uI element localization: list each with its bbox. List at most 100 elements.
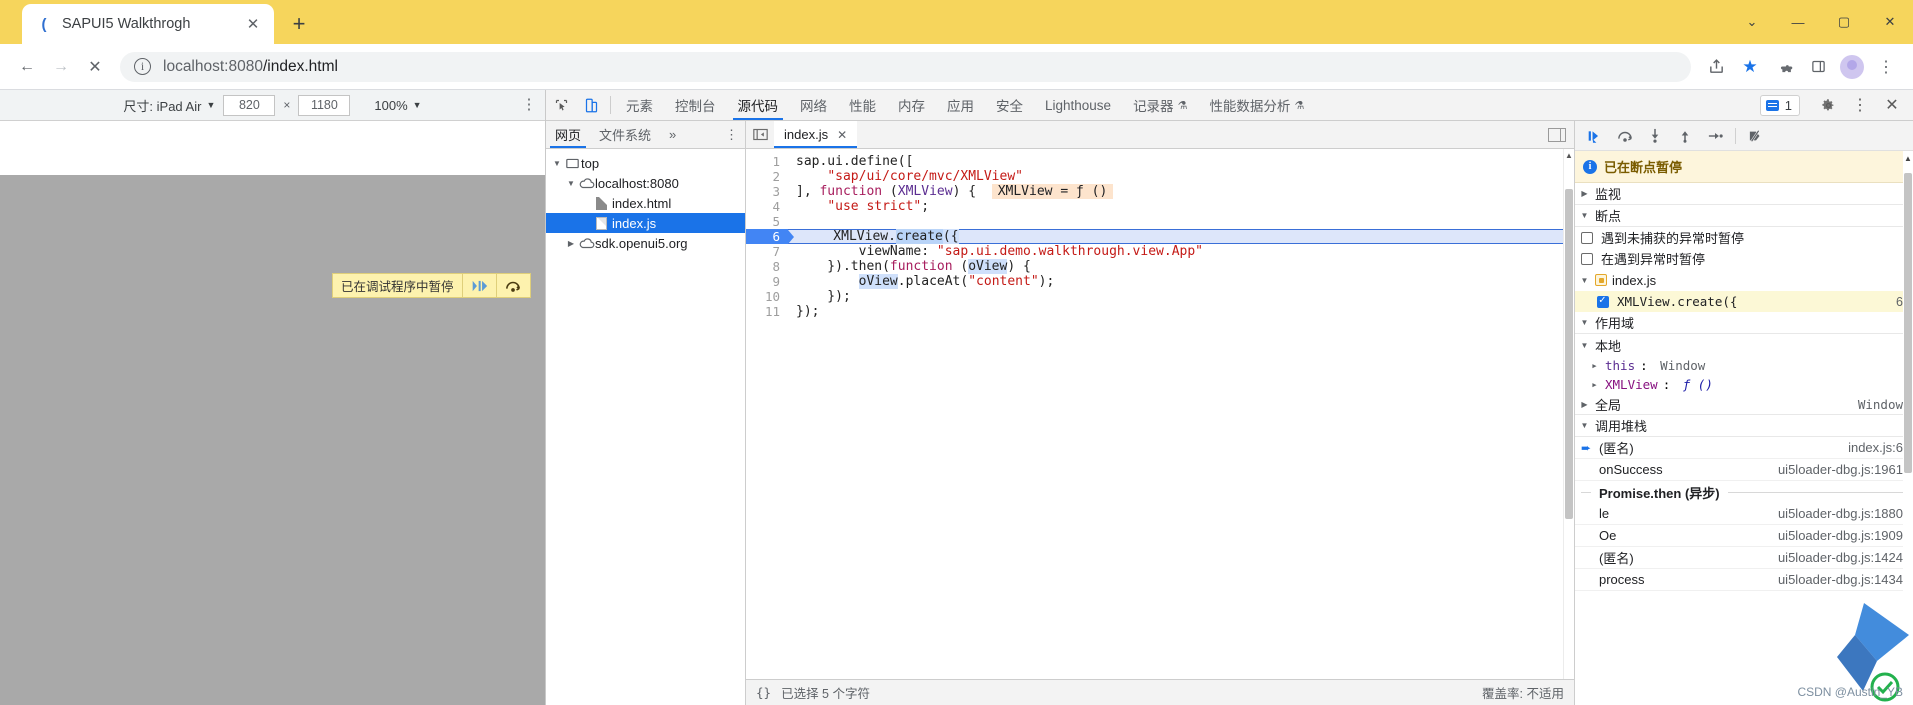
close-icon[interactable]: ✕	[837, 128, 847, 142]
checkbox[interactable]	[1597, 293, 1609, 308]
line-number[interactable]: 3	[746, 184, 788, 199]
call-stack-frame[interactable]: ➨ (匿名) index.js:6	[1575, 437, 1913, 459]
window-close-icon[interactable]: ✕	[1867, 0, 1913, 44]
chevron-right-icon[interactable]: ▶	[1589, 381, 1600, 389]
tab-memory[interactable]: 内存	[887, 90, 936, 120]
section-watch[interactable]: ▶ 监视	[1575, 183, 1913, 205]
share-icon[interactable]	[1699, 50, 1733, 84]
code-area[interactable]: 1 sap.ui.define([ 2 "sap/ui/core/mvc/XML…	[746, 149, 1574, 679]
device-more-options-icon[interactable]: ⋮	[521, 97, 537, 112]
line-number[interactable]: 2	[746, 169, 788, 184]
breakpoint-item[interactable]: XMLView.create({ 6	[1575, 291, 1913, 312]
avatar[interactable]	[1835, 50, 1869, 84]
call-stack-frame[interactable]: process ui5loader-dbg.js:1434	[1575, 569, 1913, 591]
line-number[interactable]: 9	[746, 274, 788, 289]
tab-security[interactable]: 安全	[985, 90, 1034, 120]
chevron-right-icon[interactable]: ▶	[1589, 362, 1600, 370]
minimize-icon[interactable]: —	[1775, 0, 1821, 44]
tree-item-index-js[interactable]: index.js	[546, 213, 745, 233]
step-out-icon[interactable]	[1671, 124, 1699, 148]
code-content[interactable]: 1 sap.ui.define([ 2 "sap/ui/core/mvc/XML…	[746, 149, 1563, 679]
tree-item-index-html[interactable]: index.html	[546, 193, 745, 213]
close-icon[interactable]: ✕	[242, 13, 264, 35]
twisty-icon[interactable]: ▼	[564, 179, 578, 188]
call-stack-frame[interactable]: le ui5loader-dbg.js:1880	[1575, 503, 1913, 525]
browser-tab[interactable]: ( SAPUI5 Walkthrogh ✕	[22, 4, 274, 44]
tab-console[interactable]: 控制台	[664, 90, 727, 120]
scope-variable-xmlview[interactable]: ▶ XMLView: ƒ ()	[1575, 375, 1913, 394]
tree-item-sdk-openui5[interactable]: ▶ sdk.openui5.org	[546, 233, 745, 253]
section-scope[interactable]: ▼ 作用域	[1575, 312, 1913, 334]
scrollbar-thumb[interactable]	[1904, 173, 1912, 473]
section-call-stack[interactable]: ▼ 调用堆栈	[1575, 415, 1913, 437]
line-number[interactable]: 1	[746, 154, 788, 169]
bookmark-star-icon[interactable]: ★	[1733, 50, 1767, 84]
device-width-input[interactable]: 820	[223, 94, 276, 116]
device-select[interactable]: 尺寸: iPad Air ▼	[123, 96, 215, 115]
resume-script-icon[interactable]	[1581, 124, 1609, 148]
code-scrollbar[interactable]: ▲	[1563, 149, 1574, 679]
line-number[interactable]: 7	[746, 244, 788, 259]
new-tab-button[interactable]: +	[284, 9, 314, 39]
side-panel-icon[interactable]	[1801, 50, 1835, 84]
tab-lighthouse[interactable]: Lighthouse	[1034, 90, 1122, 120]
tab-elements[interactable]: 元素	[615, 90, 664, 120]
navigator-more-icon[interactable]: ⋮	[725, 121, 745, 148]
maximize-icon[interactable]: ▢	[1821, 0, 1867, 44]
twisty-icon[interactable]: ▼	[550, 159, 564, 168]
messages-badge[interactable]: 1	[1759, 94, 1800, 116]
overlay-step-over-button[interactable]	[495, 274, 530, 297]
browser-menu-icon[interactable]: ⋮	[1869, 50, 1903, 84]
navigator-tab-filesystem[interactable]: 文件系统	[590, 121, 660, 148]
line-number-breakpoint[interactable]: 6	[746, 229, 788, 244]
tab-performance[interactable]: 性能	[838, 90, 887, 120]
pause-uncaught-exceptions-row[interactable]: 遇到未捕获的异常时暂停	[1575, 227, 1913, 248]
line-number[interactable]: 10	[746, 289, 788, 304]
back-icon[interactable]: ←	[10, 50, 44, 84]
navigator-tab-page[interactable]: 网页	[546, 121, 590, 148]
scrollbar-thumb[interactable]	[1565, 189, 1573, 519]
editor-tab-index-js[interactable]: index.js ✕	[774, 121, 858, 148]
split-editor-icon[interactable]	[1548, 127, 1566, 142]
line-number[interactable]: 11	[746, 304, 788, 319]
step-over-icon[interactable]	[1611, 124, 1639, 148]
pause-exceptions-row[interactable]: 在遇到异常时暂停	[1575, 248, 1913, 269]
inspect-element-icon[interactable]	[546, 90, 576, 120]
scope-variable-this[interactable]: ▶ this: Window	[1575, 356, 1913, 375]
overlay-resume-button[interactable]	[461, 274, 496, 297]
call-stack-frame[interactable]: onSuccess ui5loader-dbg.js:1961	[1575, 459, 1913, 481]
scope-local-group[interactable]: ▼ 本地	[1575, 334, 1913, 356]
checkbox[interactable]	[1581, 231, 1593, 244]
show-navigator-icon[interactable]	[746, 121, 774, 148]
tab-network[interactable]: 网络	[789, 90, 838, 120]
scroll-up-icon[interactable]: ▲	[1564, 151, 1574, 160]
deactivate-breakpoints-icon[interactable]	[1742, 124, 1770, 148]
gear-icon[interactable]	[1813, 98, 1843, 113]
scope-global-group[interactable]: ▶ 全局 Window	[1575, 394, 1913, 415]
toggle-device-toolbar-icon[interactable]	[576, 90, 606, 120]
step-icon[interactable]	[1701, 124, 1729, 148]
tree-item-top[interactable]: ▼ top	[546, 153, 745, 173]
call-stack-frame[interactable]: Oe ui5loader-dbg.js:1909	[1575, 525, 1913, 547]
step-into-icon[interactable]	[1641, 124, 1669, 148]
navigator-overflow-icon[interactable]: »	[660, 121, 685, 148]
tab-recorder[interactable]: 记录器 ⚗	[1122, 90, 1198, 120]
page-info-icon[interactable]: i	[134, 58, 151, 75]
tab-performance-insights[interactable]: 性能数据分析 ⚗	[1198, 90, 1315, 120]
device-height-input[interactable]: 1180	[298, 94, 351, 116]
forward-icon[interactable]: →	[44, 50, 78, 84]
line-number[interactable]: 4	[746, 199, 788, 214]
line-number[interactable]: 5	[746, 214, 788, 229]
breakpoint-file-group[interactable]: ▼ index.js	[1575, 269, 1913, 291]
format-code-icon[interactable]: {}	[756, 685, 771, 700]
extensions-puzzle-icon[interactable]	[1767, 50, 1801, 84]
tab-sources[interactable]: 源代码	[727, 90, 790, 120]
address-bar[interactable]: i localhost:8080/index.html	[120, 51, 1691, 82]
line-number[interactable]: 8	[746, 259, 788, 274]
checkbox[interactable]	[1581, 252, 1593, 265]
stop-loading-icon[interactable]: ✕	[78, 50, 112, 84]
tree-item-localhost[interactable]: ▼ localhost:8080	[546, 173, 745, 193]
section-breakpoints[interactable]: ▼ 断点	[1575, 205, 1913, 227]
twisty-icon[interactable]: ▶	[564, 239, 578, 248]
scroll-up-icon[interactable]: ▲	[1903, 154, 1913, 163]
